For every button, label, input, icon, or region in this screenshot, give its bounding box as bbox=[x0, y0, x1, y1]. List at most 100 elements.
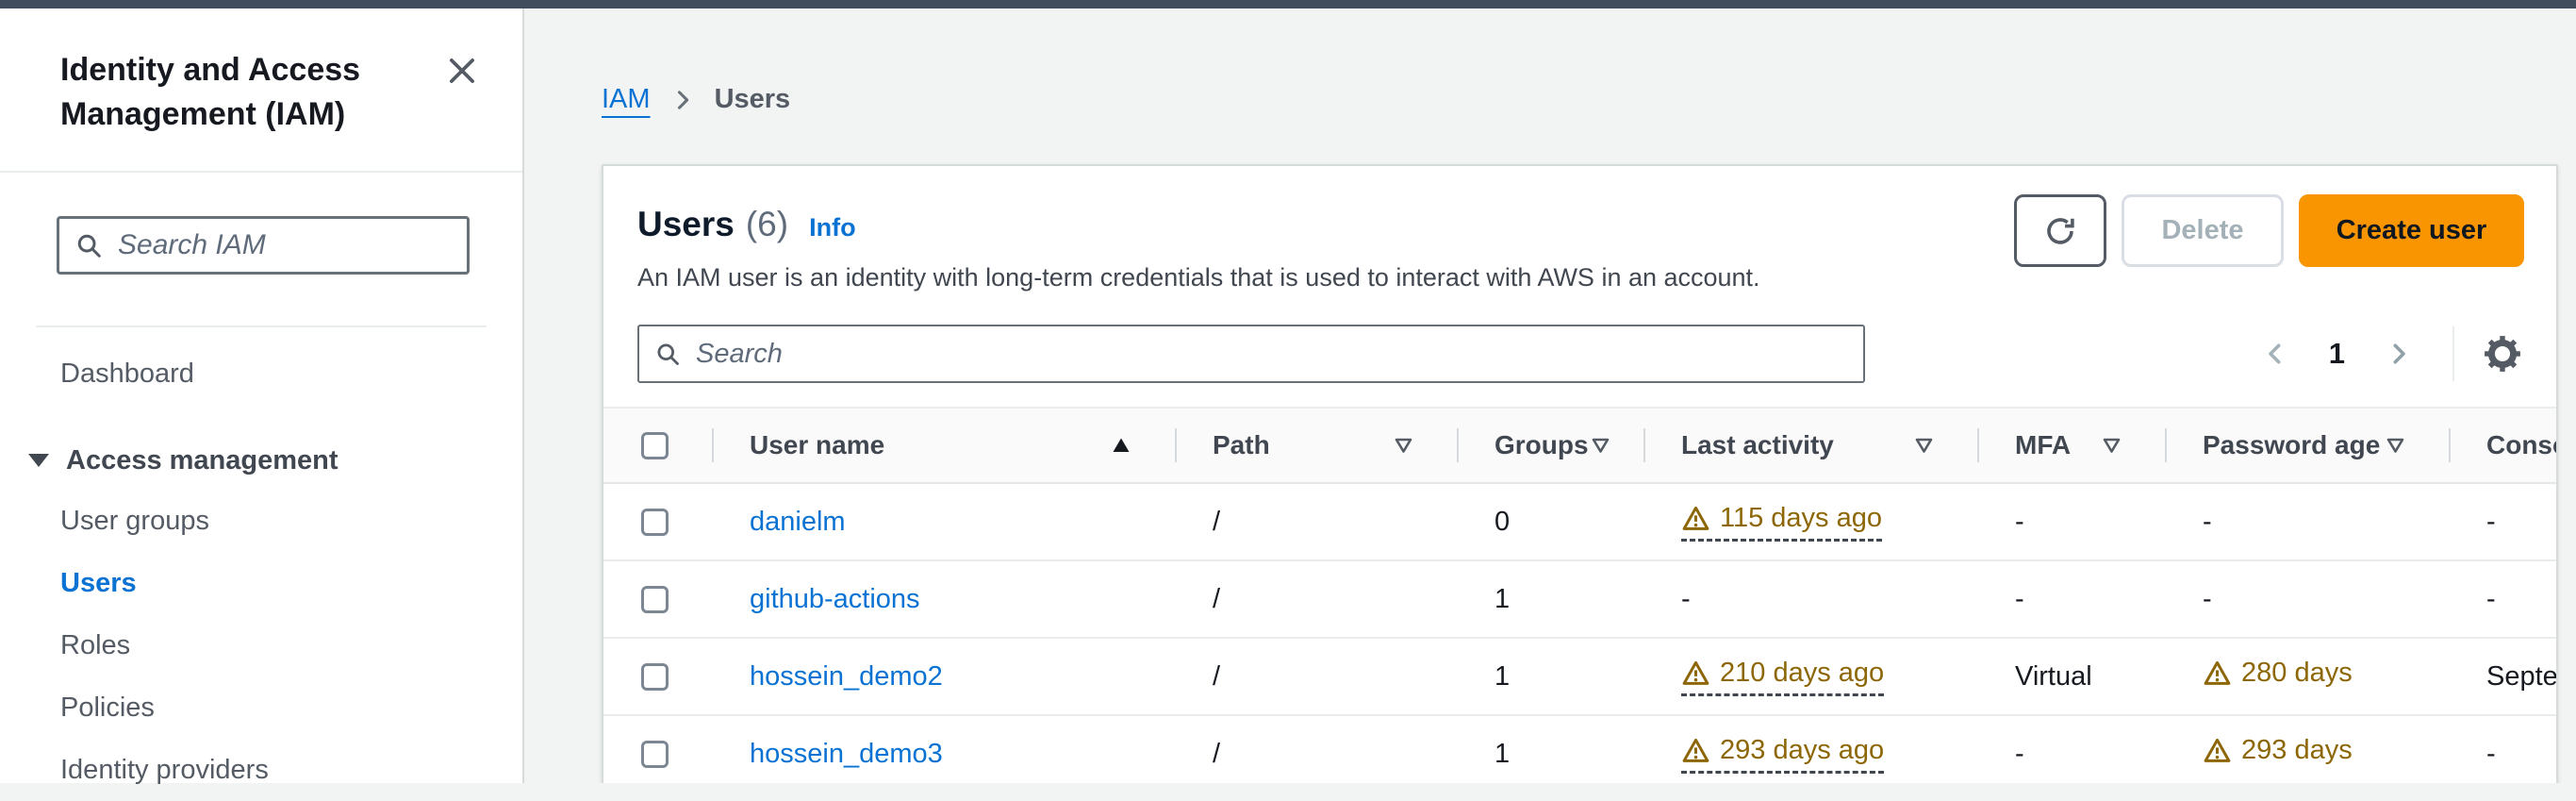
page-title: Users bbox=[637, 205, 735, 243]
column-label: Console last sign-in bbox=[2486, 430, 2556, 459]
row-select-cell bbox=[603, 662, 712, 691]
table-row: danielm / 0 115 days ago - - - bbox=[603, 484, 2556, 561]
groups-count[interactable]: 1 bbox=[1494, 583, 1511, 615]
pagination-next-button[interactable] bbox=[2385, 338, 2413, 370]
warning-text: 293 days bbox=[2241, 735, 2353, 765]
search-icon bbox=[74, 231, 103, 259]
iam-sidebar: Identity and Access Management (IAM) Das… bbox=[0, 8, 524, 785]
table-row: hossein_demo3 / 1 293 days ago - 293 days - bbox=[603, 716, 2556, 783]
table-header-cell-password_age[interactable]: Password age bbox=[2165, 409, 2449, 482]
pagination-prev-button[interactable] bbox=[2261, 338, 2289, 370]
table-preferences-button[interactable] bbox=[2483, 334, 2522, 374]
cell-username: github-actions bbox=[712, 583, 1175, 615]
password-age-text: - bbox=[2203, 506, 2212, 537]
warning-value[interactable]: 115 days ago bbox=[1681, 503, 1882, 542]
cell-groups: 0 bbox=[1457, 507, 1643, 538]
close-icon bbox=[444, 53, 480, 89]
sort-ascending-icon bbox=[1109, 434, 1133, 457]
cell-path: / bbox=[1213, 506, 1221, 537]
sidebar-item-dashboard[interactable]: Dashboard bbox=[0, 346, 522, 401]
warning-text: 293 days ago bbox=[1720, 734, 1885, 765]
row-checkbox[interactable] bbox=[641, 585, 669, 613]
sidebar-divider bbox=[0, 171, 522, 173]
table-header-cell-mfa[interactable]: MFA bbox=[1977, 409, 2165, 482]
console-top-bar bbox=[0, 0, 2576, 8]
cell-groups: 1 bbox=[1457, 660, 1643, 693]
table-search[interactable] bbox=[637, 325, 1865, 383]
column-label: User name bbox=[750, 430, 885, 459]
sidebar-item-identity-providers[interactable]: Identity providers bbox=[0, 739, 522, 801]
user-name-link[interactable]: hossein_demo3 bbox=[750, 738, 943, 770]
table-row: github-actions / 1 - - - - bbox=[603, 561, 2556, 639]
column-label: Path bbox=[1213, 430, 1270, 459]
warning-icon bbox=[2203, 736, 2232, 765]
cell-last-activity: 293 days ago bbox=[1643, 735, 1977, 774]
cell-mfa: - bbox=[2015, 738, 2024, 769]
filter-caret-icon bbox=[2384, 434, 2407, 457]
cell-mfa: - bbox=[2015, 583, 2024, 614]
gear-icon bbox=[2483, 334, 2522, 374]
sidebar-search[interactable] bbox=[57, 216, 470, 275]
cell-console-last-sign-in: - bbox=[2486, 583, 2496, 614]
table-header-cell-console[interactable]: Console last sign-in bbox=[2449, 409, 2556, 482]
sidebar-close-button[interactable] bbox=[443, 52, 481, 90]
table-row: hossein_demo2 / 1 210 days ago Virtual 280 da… bbox=[603, 639, 2556, 716]
table-header-cell-select-all bbox=[603, 409, 712, 482]
warning-value[interactable]: 293 days ago bbox=[1681, 734, 1885, 774]
pagination: 1 bbox=[2261, 326, 2522, 381]
cell-last-activity: - bbox=[1643, 584, 1977, 615]
cell-username: hossein_demo3 bbox=[712, 738, 1175, 770]
sidebar-item-roles[interactable]: Roles bbox=[0, 614, 522, 676]
sidebar-item-policies[interactable]: Policies bbox=[0, 676, 522, 739]
cell-console-last-sign-in: - bbox=[2486, 506, 2496, 537]
delete-button[interactable]: Delete bbox=[2122, 194, 2284, 267]
sidebar-section-access-management[interactable]: Access management bbox=[0, 444, 522, 476]
cell-mfa: Virtual bbox=[2015, 660, 2092, 692]
user-name-link[interactable]: github-actions bbox=[750, 583, 920, 615]
refresh-icon bbox=[2043, 214, 2077, 248]
groups-count[interactable]: 1 bbox=[1494, 738, 1511, 770]
warning-value: 293 days bbox=[2203, 735, 2353, 766]
users-count: (6) bbox=[745, 205, 789, 243]
table-header-cell-groups[interactable]: Groups bbox=[1457, 409, 1643, 482]
last-activity-text: - bbox=[1681, 583, 1691, 614]
sidebar-section-label: Access management bbox=[66, 445, 339, 476]
row-checkbox[interactable] bbox=[641, 662, 669, 691]
users-table: User name Path Groups Last activity MFA Passw… bbox=[603, 407, 2556, 783]
groups-count[interactable]: 1 bbox=[1494, 660, 1511, 693]
sidebar-search-input[interactable] bbox=[116, 228, 452, 262]
groups-count: 0 bbox=[1494, 506, 1511, 537]
cell-last-activity: 210 days ago bbox=[1643, 658, 1977, 696]
breadcrumb-current: Users bbox=[714, 84, 791, 114]
sidebar-item-user-groups[interactable]: User groups bbox=[0, 490, 522, 552]
row-select-cell bbox=[603, 508, 712, 536]
cell-groups: 1 bbox=[1457, 738, 1643, 770]
table-header-cell-last_activity[interactable]: Last activity bbox=[1643, 409, 1977, 482]
user-name-link[interactable]: danielm bbox=[750, 506, 846, 538]
column-label: Groups bbox=[1494, 430, 1589, 459]
user-name-link[interactable]: hossein_demo2 bbox=[750, 660, 943, 693]
warning-icon bbox=[1681, 736, 1710, 765]
main-content: IAM Users Users (6) Info An IAM user is … bbox=[524, 8, 2576, 783]
breadcrumb-link-iam[interactable]: IAM bbox=[602, 84, 651, 115]
filter-caret-icon bbox=[1589, 434, 1612, 457]
sidebar-item-users[interactable]: Users bbox=[0, 552, 522, 614]
sidebar-title: Identity and Access Management (IAM) bbox=[60, 52, 361, 132]
create-user-button[interactable]: Create user bbox=[2299, 194, 2524, 267]
table-header-cell-path[interactable]: Path bbox=[1175, 409, 1457, 482]
row-checkbox[interactable] bbox=[641, 740, 669, 768]
row-checkbox[interactable] bbox=[641, 508, 669, 536]
table-search-input[interactable] bbox=[694, 337, 1848, 371]
table-header-cell-username[interactable]: User name bbox=[712, 409, 1175, 482]
warning-icon bbox=[1681, 504, 1710, 533]
chevron-left-icon bbox=[2261, 338, 2289, 370]
cell-console-last-sign-in: - bbox=[2486, 738, 2496, 769]
table-header-row: User name Path Groups Last activity MFA Passw… bbox=[603, 407, 2556, 484]
cell-path: / bbox=[1213, 660, 1221, 692]
refresh-button[interactable] bbox=[2014, 194, 2106, 267]
warning-text: 210 days ago bbox=[1720, 657, 1885, 688]
info-link[interactable]: Info bbox=[809, 213, 855, 242]
pagination-current-page[interactable]: 1 bbox=[2329, 337, 2345, 371]
warning-value[interactable]: 210 days ago bbox=[1681, 657, 1885, 696]
select-all-checkbox[interactable] bbox=[641, 431, 669, 459]
